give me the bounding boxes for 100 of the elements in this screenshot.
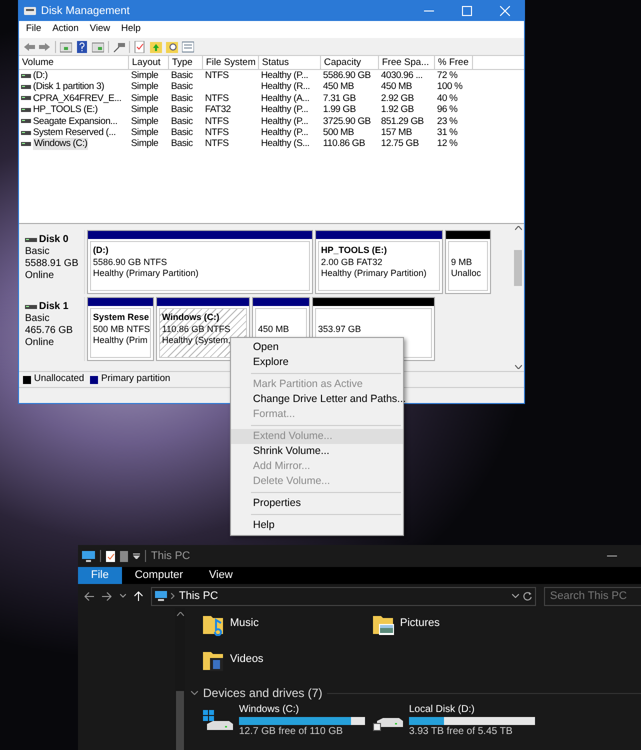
table-cell: 72 % xyxy=(437,70,458,82)
window-title: Disk Management xyxy=(41,4,130,19)
partition-size: 2.00 GB FAT32 xyxy=(321,256,384,268)
table-cell[interactable]: CPRA_X64FREV_E... xyxy=(33,92,122,104)
folder-name: Videos xyxy=(230,652,264,667)
table-cell[interactable]: (Disk 1 partition 3) xyxy=(33,81,104,93)
column-header[interactable]: Status xyxy=(259,56,321,69)
table-cell[interactable]: HP_TOOLS (E:) xyxy=(33,104,98,116)
partition-status: Healthy (Primary Partition) xyxy=(321,268,428,280)
menu-item[interactable]: Help xyxy=(121,22,141,37)
table-cell: NTFS xyxy=(205,138,229,150)
document-icon[interactable] xyxy=(120,550,128,562)
column-header[interactable]: Capacity xyxy=(321,56,379,69)
chevron-down-icon[interactable] xyxy=(512,594,519,598)
maximize-icon[interactable] xyxy=(462,6,472,16)
address-bar[interactable]: This PC xyxy=(151,586,536,606)
partition-status: Healthy (Prim xyxy=(93,335,148,346)
column-header[interactable]: % Free xyxy=(435,56,473,69)
chevron-down-icon[interactable] xyxy=(120,594,126,598)
table-cell: 4030.96 ... xyxy=(381,70,423,82)
table-cell: 500 MB xyxy=(323,126,354,138)
table-cell: Basic xyxy=(171,138,193,150)
disk-detail: 465.76 GB xyxy=(25,325,74,337)
checklist-icon[interactable] xyxy=(134,40,146,52)
folder-item[interactable]: Pictures xyxy=(373,614,543,642)
section-header[interactable]: Devices and drives (7) xyxy=(203,684,322,702)
table-cell: 851.29 GB xyxy=(381,116,424,127)
table-cell: Basic xyxy=(171,70,193,82)
address-text: This PC xyxy=(179,588,220,604)
context-menu-item[interactable]: Help xyxy=(231,518,403,533)
close-icon[interactable] xyxy=(500,6,510,16)
panel-icon[interactable] xyxy=(92,40,104,52)
ribbon-tab[interactable]: Computer xyxy=(122,567,196,584)
partition-block[interactable]: Windows (C:) 110.86 GB NTFS Healthy (System, xyxy=(156,297,250,361)
column-header[interactable]: File System xyxy=(203,56,259,69)
menu-item[interactable]: Action xyxy=(52,22,79,37)
table-cell: 100 % xyxy=(437,81,462,93)
drive-item[interactable]: Local Disk (D:) 3.93 TB free of 5.45 TB xyxy=(373,704,543,738)
help-icon[interactable] xyxy=(76,40,88,52)
disk-detail: Online xyxy=(25,270,55,282)
folder-name: Pictures xyxy=(400,616,440,631)
partition-label: (D:) xyxy=(93,245,110,256)
table-cell: Basic xyxy=(171,92,193,104)
column-header[interactable]: Volume xyxy=(19,56,129,69)
context-menu-item[interactable]: Properties xyxy=(231,496,403,511)
context-menu-item[interactable]: Change Drive Letter and Paths... xyxy=(231,392,403,407)
column-header[interactable]: Type xyxy=(169,56,203,69)
context-menu-item[interactable]: Shrink Volume... xyxy=(231,444,403,459)
partition-block[interactable]: System Rese 500 MB NTFS Healthy (Prim xyxy=(87,297,154,361)
scrollbar-thumb[interactable] xyxy=(514,250,522,286)
table-cell: FAT32 xyxy=(205,104,231,116)
ribbon-tab[interactable]: File xyxy=(78,567,122,584)
table-cell: Simple xyxy=(131,138,158,150)
folder-up-icon[interactable] xyxy=(150,40,162,52)
table-cell: Basic xyxy=(171,126,193,138)
table-cell: 1.99 GB xyxy=(323,104,356,116)
scrollbar[interactable] xyxy=(512,224,524,371)
table-cell[interactable]: Seagate Expansion... xyxy=(33,116,118,127)
chevron-down-icon[interactable] xyxy=(191,691,198,695)
checklist-icon[interactable] xyxy=(106,550,115,562)
partition-block[interactable]: HP_TOOLS (E:) 2.00 GB FAT32 Healthy (Primary Partition) xyxy=(315,230,443,294)
back-arrow-icon[interactable] xyxy=(84,592,94,600)
scrollbar-thumb[interactable] xyxy=(176,691,184,750)
folder-item[interactable]: Videos xyxy=(203,650,373,678)
refresh-icon[interactable] xyxy=(523,592,532,600)
computer-icon xyxy=(82,550,95,562)
drive-item[interactable]: Windows (C:) 12.7 GB free of 110 GB xyxy=(203,704,373,738)
partition-size: 450 MB xyxy=(258,324,290,335)
partition-size: 9 MB xyxy=(451,256,474,268)
table-cell: NTFS xyxy=(205,126,229,138)
up-arrow-icon[interactable] xyxy=(134,591,143,601)
partition-block[interactable]: (D:) 5586.90 GB NTFS Healthy (Primary Partition) xyxy=(87,230,313,294)
table-cell[interactable]: System Reserved (... xyxy=(33,126,116,138)
scroll-down-icon xyxy=(514,365,522,369)
folder-item[interactable]: Music xyxy=(203,614,373,642)
table-cell: 23 % xyxy=(437,116,458,127)
table-cell[interactable]: Windows (C:) xyxy=(33,138,88,150)
table-cell: Healthy (P... xyxy=(261,70,308,82)
caret-icon[interactable] xyxy=(133,553,140,559)
column-header[interactable]: Layout xyxy=(129,56,169,69)
table-cell: 157 MB xyxy=(381,126,412,138)
table-cell: NTFS xyxy=(205,70,229,82)
forward-arrow-icon[interactable] xyxy=(39,40,51,52)
legend-label: Primary partition xyxy=(101,372,170,386)
table-cell[interactable]: (D:) xyxy=(33,70,48,82)
column-header[interactable]: Free Spa... xyxy=(379,56,435,69)
list-icon[interactable] xyxy=(182,40,194,52)
table-cell: NTFS xyxy=(205,116,229,127)
search-field[interactable]: Search This PC xyxy=(544,586,641,606)
disk-detail: Basic xyxy=(25,313,50,325)
ribbon-tab[interactable]: View xyxy=(196,567,246,584)
forward-arrow-icon[interactable] xyxy=(102,592,112,600)
menu-item[interactable]: File xyxy=(26,22,42,37)
table-cell: Simple xyxy=(131,116,158,127)
panel-icon[interactable] xyxy=(60,40,72,52)
table-cell: Healthy (A... xyxy=(261,92,310,104)
drive-free-space: 3.93 TB free of 5.45 TB xyxy=(409,726,514,738)
menu-item[interactable]: View xyxy=(90,22,110,37)
partition-block[interactable]: 9 MB Unalloc xyxy=(445,230,491,294)
back-arrow-icon[interactable] xyxy=(23,40,35,52)
